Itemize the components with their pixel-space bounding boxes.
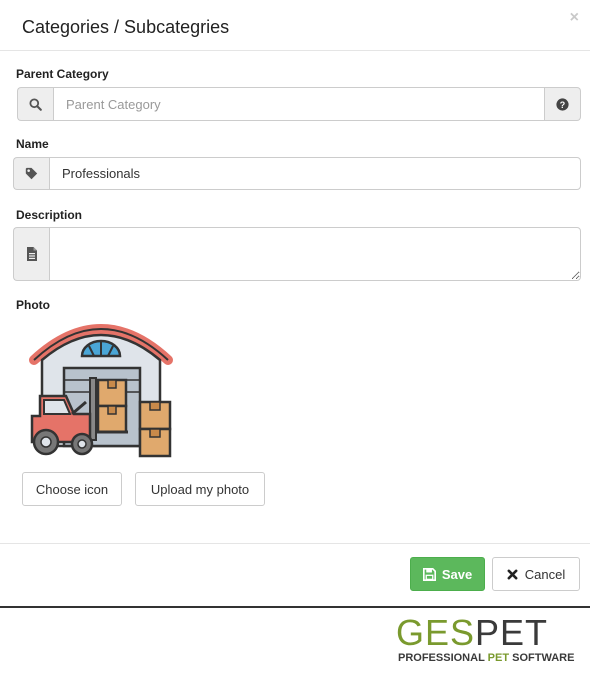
cancel-label: Cancel: [524, 566, 566, 582]
description-group: [13, 227, 581, 281]
floppy-disk-icon: [422, 567, 436, 581]
name-group: [13, 157, 581, 190]
save-button[interactable]: Save: [410, 557, 485, 591]
help-icon[interactable]: ?: [545, 87, 581, 121]
document-icon: [13, 227, 49, 281]
parent-category-label: Parent Category: [16, 67, 109, 81]
description-textarea[interactable]: [49, 227, 581, 281]
close-icon: [507, 569, 518, 579]
logo-tagline: PROFESSIONAL PET SOFTWARE: [398, 652, 575, 664]
name-input[interactable]: [49, 157, 581, 190]
category-modal: Categories / Subcategries × Parent Categ…: [0, 0, 590, 608]
tag-icon: [13, 157, 49, 190]
description-label: Description: [16, 208, 83, 222]
photo-label: Photo: [16, 298, 50, 312]
logo-wordmark: GESPET: [396, 612, 549, 653]
modal-header: Categories / Subcategries ×: [0, 0, 590, 51]
parent-category-input[interactable]: [53, 87, 545, 121]
search-icon: [17, 87, 53, 121]
warehouse-forklift-icon: [26, 316, 176, 464]
gespet-logo: GESPET PROFESSIONAL PET SOFTWARE: [396, 615, 576, 671]
upload-photo-button[interactable]: Upload my photo: [135, 472, 265, 506]
footer-divider: [0, 543, 590, 544]
parent-category-group: ?: [17, 87, 581, 121]
name-label: Name: [16, 137, 49, 151]
close-icon[interactable]: ×: [570, 10, 579, 26]
svg-text:?: ?: [560, 99, 565, 109]
save-label: Save: [441, 566, 473, 582]
cancel-button[interactable]: Cancel: [492, 557, 580, 591]
modal-title: Categories / Subcategries: [22, 17, 230, 37]
choose-icon-button[interactable]: Choose icon: [22, 472, 122, 506]
